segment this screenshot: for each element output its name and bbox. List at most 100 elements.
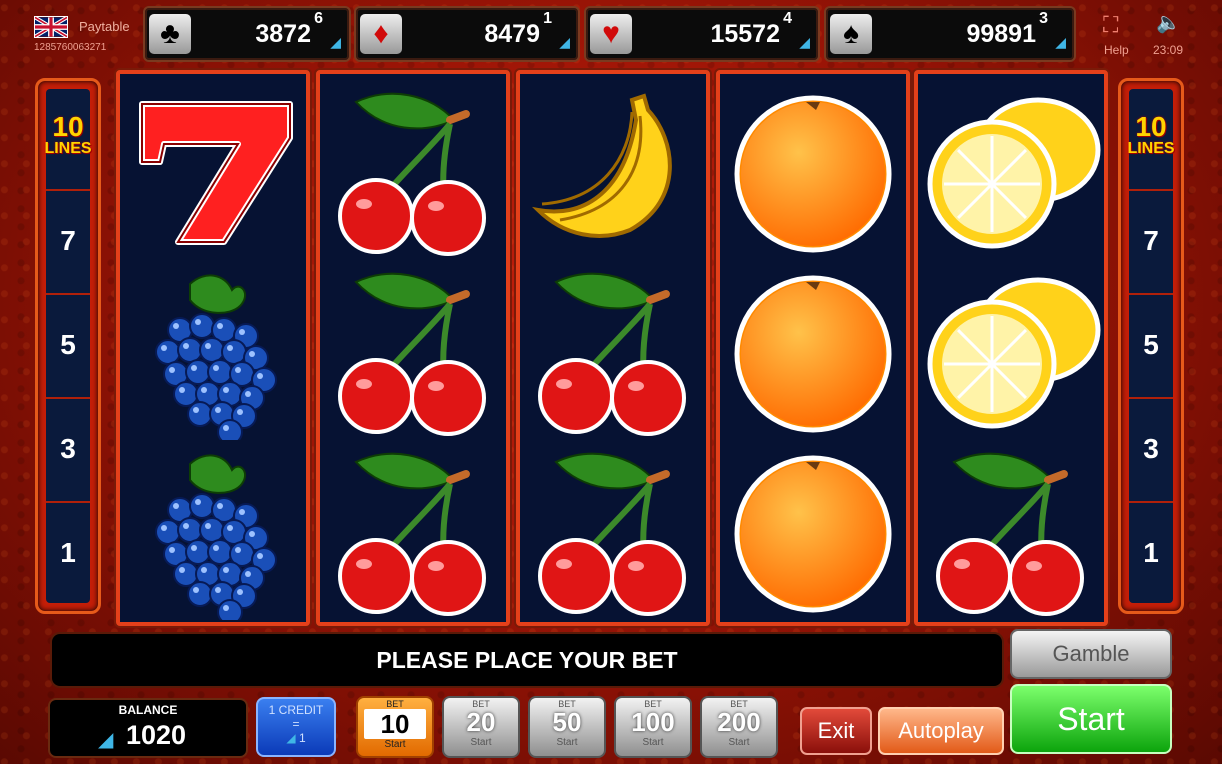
top-bar: Paytable 1285760063271 ♣ 3872 6 ◢ ♦ 8479… [0,0,1222,62]
line-number[interactable]: 1 [38,537,98,569]
jackpot-amount: 3872 [255,20,311,48]
reel-3 [516,70,710,626]
bet-label: BET [386,699,404,709]
bet-button-200[interactable]: BET 200 Start [700,696,778,758]
arrow-icon: ◢ [1055,34,1066,50]
bet-sub: Start [470,737,492,748]
orange-symbol-icon [720,80,906,260]
clubs-icon: ♣ [149,14,191,54]
orange-symbol-icon [720,440,906,620]
bet-sub: Start [384,739,406,750]
lemon-symbol-icon [918,80,1104,260]
lines-panel-left: 10 LINES 7 5 3 1 [35,78,101,614]
cherry-symbol-icon [520,440,706,620]
line-number[interactable]: 5 [38,329,98,361]
lines-indicator[interactable]: 10 LINES [38,113,98,157]
jackpot-level: 3 [1039,10,1048,27]
bet-button-100[interactable]: BET 100 Start [614,696,692,758]
balance-display: BALANCE ◢ 1020 [48,698,248,758]
lines-count: 10 [52,111,84,142]
grapes-symbol-icon [120,440,306,622]
bet-button-50[interactable]: BET 50 Start [528,696,606,758]
bet-value: 50 [552,707,582,737]
bet-value: 10 [364,709,426,739]
status-message: PLEASE PLACE YOUR BET [50,632,1004,688]
cherry-symbol-icon [320,80,506,260]
bet-button-10[interactable]: BET 10 Start [356,696,434,758]
bet-value: 20 [466,707,496,737]
exit-button[interactable]: Exit [800,707,872,755]
credit-value: 1 [298,731,306,745]
line-number[interactable]: 7 [1121,225,1181,257]
fullscreen-icon[interactable]: ⛶ [1103,12,1118,38]
lines-panel-right: 10 LINES 7 5 3 1 [1118,78,1184,614]
diamonds-icon: ♦ [360,14,402,54]
jackpot-hearts: ♥ 15572 4 ◢ [584,6,820,62]
reel-1 [116,70,310,626]
divider [1129,189,1173,191]
credit-line3: ◢ 1 [258,731,334,745]
paytable-link[interactable]: Paytable [79,19,130,34]
credit-line2: = [292,717,300,731]
cherry-symbol-icon [320,440,506,620]
line-number[interactable]: 5 [1121,329,1181,361]
autoplay-button[interactable]: Autoplay [878,707,1004,755]
grapes-symbol-icon [120,260,306,445]
jackpot-spades: ♠ 99891 3 ◢ [824,6,1076,62]
seven-symbol-icon [120,80,306,260]
divider [46,397,90,399]
jackpot-level: 6 [314,10,323,27]
jackpot-amount: 15572 [710,20,780,48]
clock: 23:09 [1153,43,1184,57]
cherry-symbol-icon [520,260,706,440]
speaker-icon[interactable]: 🔈 [1156,10,1181,35]
line-number[interactable]: 1 [1121,537,1181,569]
orange-symbol-icon [720,260,906,440]
credit-denomination-button[interactable]: 1 CREDIT = ◢ 1 [256,697,336,757]
bet-value: 200 [717,707,761,737]
arrow-icon: ◢ [799,34,810,50]
divider [46,189,90,191]
cherry-symbol-icon [918,440,1104,620]
balance-value: 1020 [126,720,187,750]
arrow-icon: ◢ [330,34,341,50]
help-link[interactable]: Help [1104,43,1129,57]
divider [46,501,90,503]
reel-2 [316,70,510,626]
bet-sub: Start [556,737,578,748]
arrow-icon: ◢ [98,729,114,751]
arrow-icon: ◢ [286,731,296,745]
balance-label: BALANCE [118,703,178,717]
line-number[interactable]: 3 [38,433,98,465]
line-number[interactable]: 3 [1121,433,1181,465]
bet-value: 100 [631,707,675,737]
gamble-button[interactable]: Gamble [1010,629,1172,679]
jackpot-amount: 99891 [966,20,1036,48]
uk-flag-icon[interactable] [34,15,68,39]
bet-sub: Start [642,737,664,748]
jackpot-clubs: ♣ 3872 6 ◢ [143,6,351,62]
reel-4 [716,70,910,626]
divider [1129,293,1173,295]
cherry-symbol-icon [320,260,506,440]
divider [1129,397,1173,399]
jackpot-level: 1 [543,10,552,27]
jackpot-level: 4 [783,10,792,27]
credit-line1: 1 CREDIT [268,703,324,717]
spades-icon: ♠ [830,14,872,54]
divider [1129,501,1173,503]
start-button[interactable]: Start [1010,684,1172,754]
reel-5 [914,70,1108,626]
lemon-symbol-icon [918,260,1104,440]
bet-button-20[interactable]: BET 20 Start [442,696,520,758]
divider [46,293,90,295]
lines-label: LINES [44,140,92,157]
arrow-icon: ◢ [559,34,570,50]
jackpot-amount: 8479 [484,20,540,48]
game-id: 1285760063271 [34,42,107,53]
lines-count: 10 [1135,111,1167,142]
line-number[interactable]: 7 [38,225,98,257]
hearts-icon: ♥ [590,14,632,54]
lines-indicator[interactable]: 10 LINES [1121,113,1181,157]
bet-sub: Start [728,737,750,748]
